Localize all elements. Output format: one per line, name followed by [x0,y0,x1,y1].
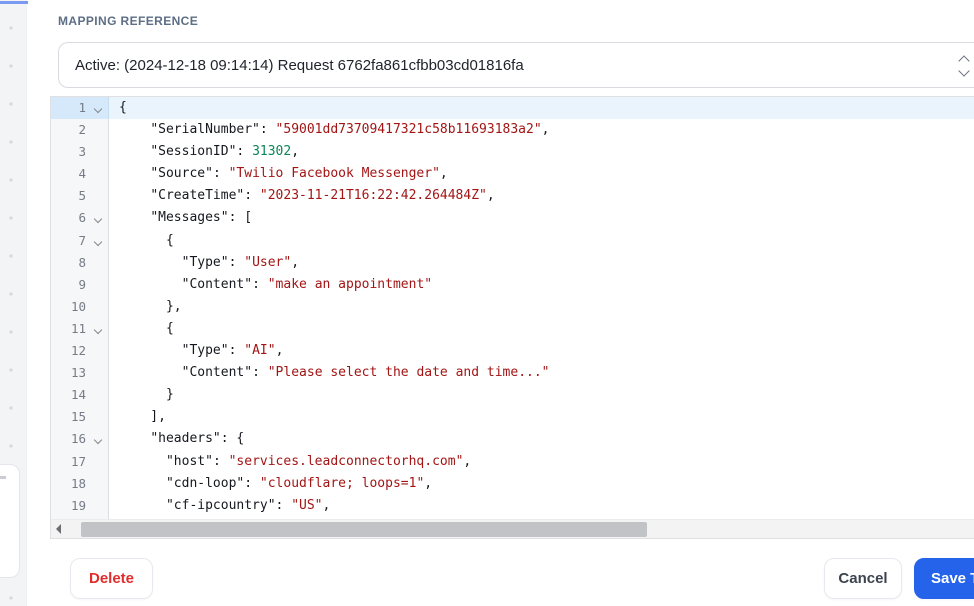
gutter-cell: 15 [51,406,109,429]
line-number: 14 [70,387,86,403]
code-line: 17 "host": "services.leadconnectorhq.com… [51,450,974,473]
code-line: 5 "CreateTime": "2023-11-21T16:22:42.264… [51,185,974,208]
code-line: 2 "SerialNumber": "59001dd73709417321c58… [51,119,974,142]
gutter-cell: 18 [51,472,109,495]
gutter-cell: 9 [51,273,109,296]
code-text: "SerialNumber": "59001dd73709417321c58b1… [109,119,974,142]
request-selector-value: Active: (2024-12-18 09:14:14) Request 67… [75,56,524,74]
gutter-cell: 7 [51,229,109,252]
gutter-cell: 5 [51,185,109,208]
code-text: { [109,97,974,120]
code-line: 4 "Source": "Twilio Facebook Messenger", [51,163,974,186]
code-line: 18 "cdn-loop": "cloudflare; loops=1", [51,472,974,495]
gutter-cell: 1 [51,97,109,120]
code-text: }, [109,295,974,318]
code-text: "SessionID": 31302, [109,141,974,164]
code-text: } [109,384,974,407]
code-text: ], [109,406,974,429]
fold-chevron-icon[interactable] [93,215,103,224]
save-trigger-button[interactable]: Save Trigger [914,558,974,599]
code-text: "cdn-loop": "cloudflare; loops=1", [109,472,974,495]
code-line: 6 "Messages": [ [51,207,974,230]
code-text: { [109,229,974,252]
line-number: 4 [78,166,86,182]
select-chevrons-icon [958,55,972,77]
gutter-cell: 8 [51,251,109,274]
line-number: 7 [78,232,86,248]
code-text: "Type": "AI", [109,340,974,363]
code-text: "Messages": [ [109,207,974,230]
scrollbar-thumb[interactable] [81,522,647,537]
code-line: 14 } [51,384,974,407]
line-number: 2 [78,122,86,138]
code-text: "host": "services.leadconnectorhq.com", [109,450,974,473]
line-number: 12 [70,343,86,359]
line-number: 18 [70,475,86,491]
gutter-cell: 2 [51,119,109,142]
code-lines: 1{2 "SerialNumber": "59001dd73709417321c… [51,97,974,519]
code-line: 9 "Content": "make an appointment" [51,273,974,296]
code-line: 11 { [51,317,974,341]
code-line: 1{ [51,97,974,120]
code-text: "Source": "Twilio Facebook Messenger", [109,163,974,186]
panel-title: MAPPING REFERENCE [58,14,199,28]
fold-chevron-icon[interactable] [93,104,103,114]
workflow-edge-line [0,1,28,4]
line-number: 15 [70,409,86,425]
code-line: 19 "cf-ipcountry": "US", [51,494,974,517]
code-line: 10 }, [51,295,974,318]
line-number: 10 [70,298,86,314]
fold-chevron-icon[interactable] [93,325,103,335]
gutter-cell: 4 [51,163,109,186]
gutter-cell: 12 [51,340,109,363]
line-number: 16 [70,431,86,447]
code-text: "Content": "Please select the date and t… [109,362,974,385]
gutter-cell: 17 [51,450,109,473]
code-text: "cf-ipcountry": "US", [109,494,974,517]
cancel-button[interactable]: Cancel [824,558,902,599]
line-number: 8 [78,254,86,270]
code-line: 12 "Type": "AI", [51,340,974,363]
code-text: "Type": "User", [109,251,974,274]
gutter-cell: 6 [51,207,109,230]
code-line: 3 "SessionID": 31302, [51,141,974,164]
code-text: "CreateTime": "2023-11-21T16:22:42.26448… [109,185,974,208]
code-line: 8 "Type": "User", [51,251,974,274]
line-number: 11 [70,320,86,336]
line-number: 17 [70,453,86,469]
gutter-cell: 14 [51,384,109,407]
gutter-cell: 3 [51,141,109,164]
horizontal-scrollbar[interactable] [51,519,974,538]
fold-chevron-icon[interactable] [93,436,103,445]
code-text: { [109,317,974,341]
scroll-left-arrow-icon[interactable] [56,524,61,534]
workflow-node-card [0,464,20,578]
code-text: "Content": "make an appointment" [109,273,974,296]
code-line: 13 "Content": "Please select the date an… [51,362,974,385]
gutter-cell: 16 [51,428,109,451]
node-card-fragment [0,476,6,479]
gutter-cell: 13 [51,362,109,385]
code-line: 15 ], [51,406,974,429]
request-selector[interactable]: Active: (2024-12-18 09:14:14) Request 67… [58,42,974,88]
gutter-cell: 11 [51,317,109,341]
line-number: 19 [70,497,86,513]
json-code-editor[interactable]: 1{2 "SerialNumber": "59001dd73709417321c… [50,96,974,539]
code-text: "headers": { [109,428,974,451]
line-number: 9 [78,276,86,292]
mapping-reference-panel: MAPPING REFERENCE Active: (2024-12-18 09… [26,0,974,606]
line-number: 13 [70,365,86,381]
line-number: 6 [78,210,86,226]
delete-button[interactable]: Delete [70,558,153,599]
line-number: 3 [78,144,86,160]
gutter-cell: 19 [51,494,109,517]
line-number: 5 [78,188,86,204]
gutter-cell: 10 [51,295,109,318]
fold-chevron-icon[interactable] [93,237,103,246]
code-line: 7 { [51,229,974,252]
line-number: 1 [78,100,86,115]
code-line: 16 "headers": { [51,428,974,451]
